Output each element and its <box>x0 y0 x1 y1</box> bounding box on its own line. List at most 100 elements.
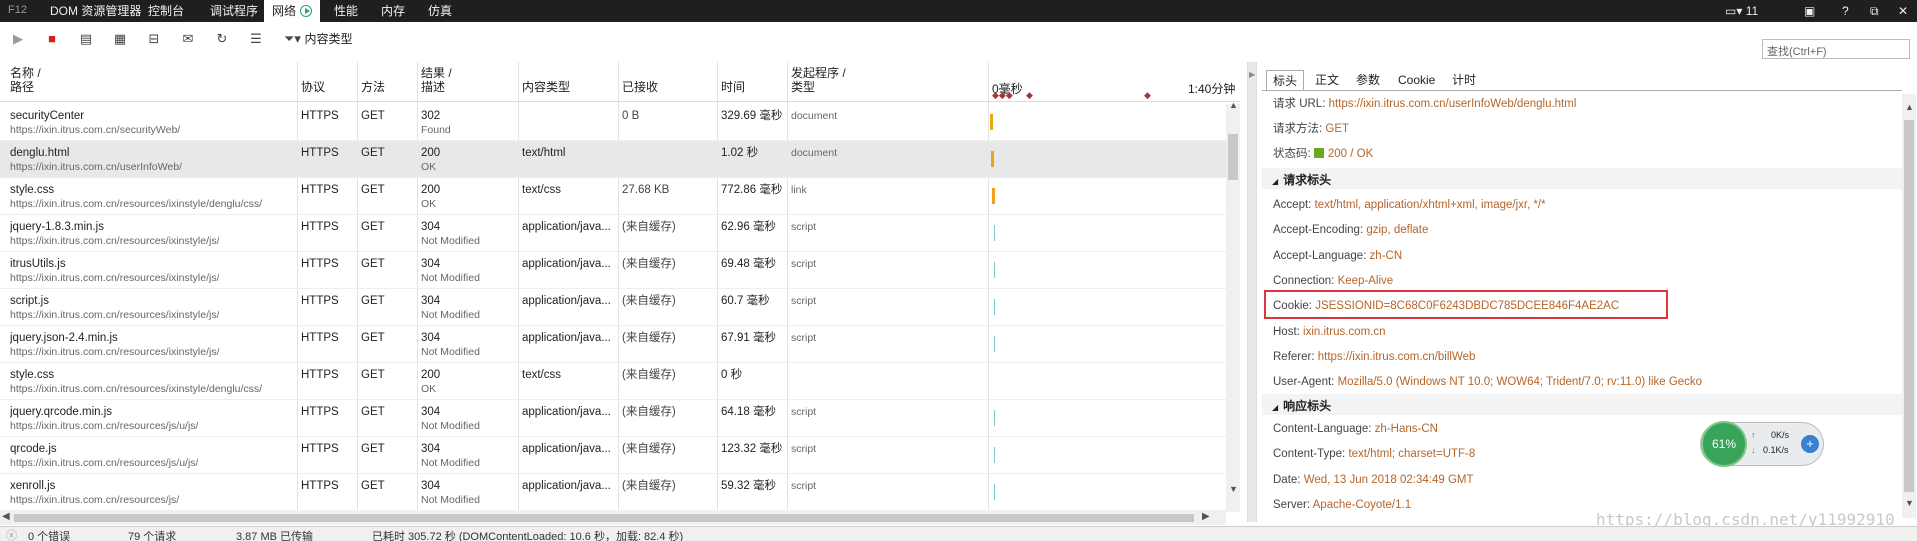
scroll-up-icon[interactable]: ▲ <box>1905 102 1914 112</box>
error-icon[interactable]: ⓧ <box>6 527 17 541</box>
speed-widget[interactable]: 61% ↑ 0K/s ↓ 0.1K/s + <box>1700 421 1824 467</box>
tab-body[interactable]: 正文 <box>1309 70 1345 90</box>
response-headers-section[interactable]: ◢ 响应标头 <box>1262 394 1902 415</box>
find-input[interactable]: 查找(Ctrl+F) <box>1762 39 1910 59</box>
row-status-desc: Not Modified <box>421 272 480 284</box>
table-row[interactable]: style.css https://ixin.itrus.com.cn/resou… <box>0 178 1226 215</box>
tab-network[interactable]: 网络 <box>264 0 321 22</box>
row-name-text: itrusUtils.js <box>10 258 66 270</box>
filter-icon[interactable]: ⏷▾ 内容类型 <box>284 31 353 47</box>
general-status: 状态码: 200 / OK <box>1273 147 1373 161</box>
row-method: GET <box>361 295 385 307</box>
waterfall-bar <box>994 410 995 426</box>
scroll-left-icon[interactable]: ◀ <box>2 511 10 522</box>
console-toggle-icon[interactable]: ▣ <box>1804 3 1815 19</box>
stop-icon[interactable]: ■ <box>44 31 60 47</box>
table-row[interactable]: xenroll.js https://ixin.itrus.com.cn/reso… <box>0 474 1226 511</box>
tab-cookie[interactable]: Cookie <box>1392 70 1441 90</box>
timeline-marker: ◆ <box>1026 90 1033 100</box>
scroll-right-icon[interactable]: ▶ <box>1202 511 1210 522</box>
row-result: 200 OK <box>421 183 440 211</box>
save-icon[interactable]: ▤ <box>78 31 94 47</box>
details-vscroll[interactable]: ▲ ▼ <box>1902 94 1916 518</box>
col-header-time[interactable]: 时间 <box>721 80 745 94</box>
row-content-type: text/css <box>522 369 561 381</box>
row-protocol: HTTPS <box>301 147 339 159</box>
row-path: https://ixin.itrus.com.cn/resources/ixin… <box>10 309 220 321</box>
tab-debugger[interactable]: 调试程序 <box>202 0 266 22</box>
col-header-protocol[interactable]: 协议 <box>301 80 325 94</box>
row-method: GET <box>361 147 385 159</box>
scroll-thumb[interactable] <box>1228 134 1238 180</box>
row-result: 304 Not Modified <box>421 294 480 322</box>
transferred-size: 3.87 MB 已传输 <box>236 531 314 541</box>
tab-dom-explorer[interactable]: DOM 资源管理器 <box>42 0 149 22</box>
row-path: https://ixin.itrus.com.cn/resources/ixin… <box>10 383 263 395</box>
table-row[interactable]: script.js https://ixin.itrus.com.cn/resou… <box>0 289 1226 326</box>
table-row[interactable]: denglu.html https://ixin.itrus.com.cn/use… <box>0 141 1226 178</box>
tab-memory[interactable]: 内存 <box>373 0 413 22</box>
row-initiator: script <box>791 480 817 492</box>
header-key: Connection: <box>1273 274 1338 287</box>
error-count[interactable]: 0 个错误 <box>28 528 70 541</box>
tab-console[interactable]: 控制台 <box>140 0 192 22</box>
row-content-type: text/css <box>522 184 561 196</box>
table-row[interactable]: qrcode.js https://ixin.itrus.com.cn/resou… <box>0 437 1226 474</box>
table-row[interactable]: itrusUtils.js https://ixin.itrus.com.cn/r… <box>0 252 1226 289</box>
clear-entries-icon[interactable]: ⊟ <box>146 31 162 47</box>
undock-icon[interactable]: ⧉ <box>1870 3 1879 19</box>
table-row[interactable]: jquery.json-2.4.min.js https://ixin.itrus… <box>0 326 1226 363</box>
col-header-name[interactable]: 名称 / 路径 <box>10 66 41 94</box>
close-icon[interactable]: ✕ <box>1898 3 1908 19</box>
content-type-filter-label: 内容类型 <box>304 32 353 46</box>
pane-splitter[interactable]: ▶ <box>1247 62 1257 522</box>
help-icon[interactable]: ? <box>1842 3 1849 19</box>
tab-timing[interactable]: 计时 <box>1446 70 1482 90</box>
col-header-result[interactable]: 结果 / 描述 <box>421 66 452 94</box>
request-list-hscroll[interactable]: ◀ ▶ <box>0 511 1226 525</box>
request-list-vscroll[interactable]: ▲ ▼ <box>1226 100 1240 512</box>
row-method: GET <box>361 184 385 196</box>
header-line: Accept-Language: zh-CN <box>1273 249 1402 263</box>
col-header-received[interactable]: 已接收 <box>622 80 658 94</box>
status-square-icon <box>1313 148 1324 158</box>
scroll-down-icon[interactable]: ▼ <box>1905 498 1914 508</box>
header-key: User-Agent: <box>1273 376 1338 389</box>
request-headers-section[interactable]: ◢ 请求标头 <box>1262 168 1902 189</box>
collapse-pane-icon[interactable]: ▶ <box>1249 70 1255 79</box>
plus-icon[interactable]: + <box>1801 435 1819 453</box>
col-header-method[interactable]: 方法 <box>361 80 385 94</box>
play-icon[interactable]: ▶ <box>10 31 26 47</box>
hscroll-thumb[interactable] <box>14 514 1194 522</box>
row-name-text: style.css <box>10 369 55 381</box>
row-time: 64.18 毫秒 <box>721 406 776 418</box>
tab-headers[interactable]: 标头 <box>1266 70 1305 90</box>
col-header-initiator[interactable]: 发起程序 / 类型 <box>791 66 846 94</box>
cookie-highlight-box <box>1264 290 1668 319</box>
table-row[interactable]: securityCenter https://ixin.itrus.com.cn/… <box>0 104 1226 141</box>
device-icon[interactable]: ▭▾ 11 <box>1725 3 1758 19</box>
row-path: https://ixin.itrus.com.cn/securityWeb/ <box>10 124 181 136</box>
scroll-thumb[interactable] <box>1904 120 1914 492</box>
row-name: script.js https://ixin.itrus.com.cn/resou… <box>10 294 219 322</box>
clear-on-navigate-icon[interactable]: ☰ <box>248 31 264 47</box>
tab-params[interactable]: 参数 <box>1350 70 1386 90</box>
row-path: https://ixin.itrus.com.cn/resources/ixin… <box>10 235 220 247</box>
elapsed-time: 已耗时 305.72 秒 (DOMContentLoaded: 10.6 秒，加… <box>372 531 684 541</box>
header-value: Mozilla/5.0 (Windows NT 10.0; WOW64; Tri… <box>1337 376 1703 389</box>
row-content-type: text/html <box>522 147 566 159</box>
tab-emulation[interactable]: 仿真 <box>420 0 460 22</box>
col-header-content-type[interactable]: 内容类型 <box>522 80 570 94</box>
import-icon[interactable]: ▦ <box>112 31 128 47</box>
scroll-up-icon[interactable]: ▲ <box>1229 100 1238 110</box>
tab-performance[interactable]: 性能 <box>326 0 366 22</box>
table-row[interactable]: style.css https://ixin.itrus.com.cn/resou… <box>0 363 1226 400</box>
always-refresh-icon[interactable]: ↻ <box>214 31 230 47</box>
scroll-down-icon[interactable]: ▼ <box>1229 484 1238 494</box>
clear-cache-icon[interactable]: ✉ <box>180 31 196 47</box>
table-row[interactable]: jquery-1.8.3.min.js https://ixin.itrus.co… <box>0 215 1226 252</box>
row-time: 1.02 秒 <box>721 147 759 159</box>
table-row[interactable]: jquery.qrcode.min.js https://ixin.itrus.c… <box>0 400 1226 437</box>
row-status-desc: Not Modified <box>421 494 480 506</box>
row-received: (来自缓存) <box>622 221 676 233</box>
